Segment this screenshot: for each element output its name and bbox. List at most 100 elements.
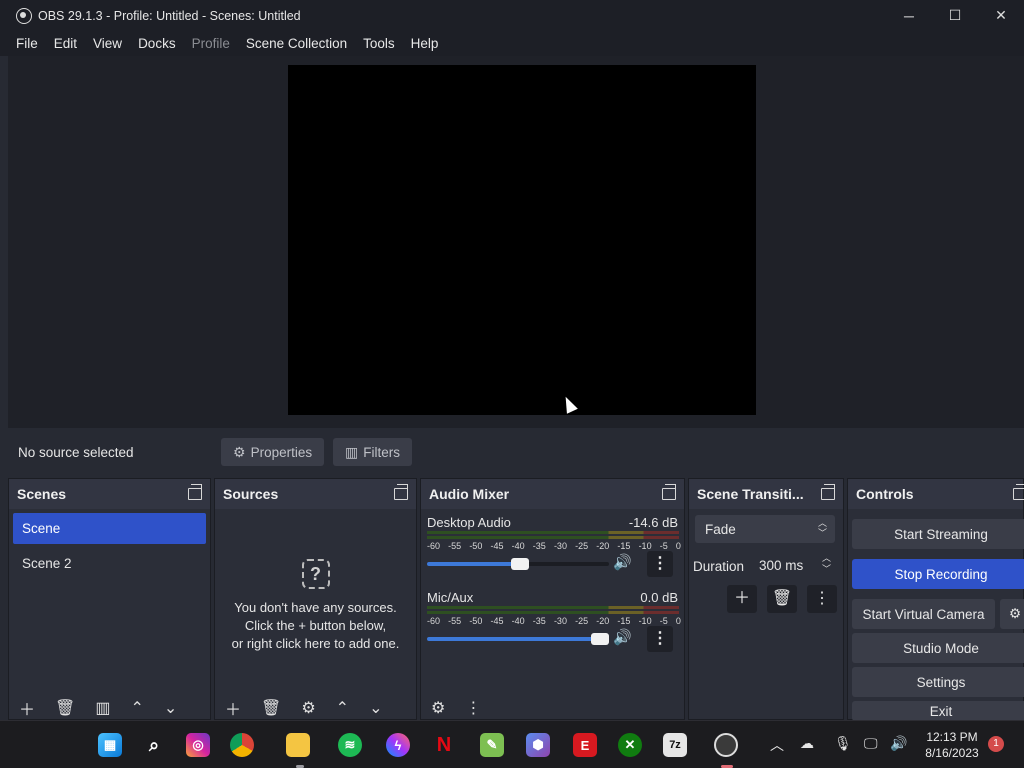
netflix-icon[interactable]: N bbox=[432, 733, 456, 757]
dock-float-icon[interactable] bbox=[188, 484, 202, 500]
sources-empty-state[interactable]: ? You don't have any sources. Click the … bbox=[215, 559, 416, 653]
gear-icon[interactable]: ⚙ bbox=[291, 698, 325, 718]
tick-label: -15 bbox=[617, 616, 631, 626]
obs-icon[interactable] bbox=[714, 733, 738, 757]
menu-scene-collection[interactable]: Scene Collection bbox=[238, 36, 355, 51]
mixer-title: Audio Mixer bbox=[429, 486, 510, 502]
volume-knob[interactable] bbox=[591, 633, 609, 645]
virtual-camera-settings-gear-icon[interactable]: ⚙ bbox=[1000, 599, 1024, 629]
instagram-icon[interactable]: ◎ bbox=[186, 733, 210, 757]
preview-canvas[interactable] bbox=[288, 65, 756, 415]
tick-label: -40 bbox=[511, 616, 525, 626]
xbox-icon[interactable]: ✕ bbox=[618, 733, 642, 757]
notepad-icon[interactable]: ✎ bbox=[480, 733, 504, 757]
question-icon: ? bbox=[301, 559, 330, 589]
trash-icon[interactable]: 🗑 bbox=[251, 698, 291, 718]
search-icon[interactable]: ⌕ bbox=[142, 733, 166, 757]
scene-item[interactable]: Scene 2 bbox=[13, 548, 206, 579]
messenger-icon[interactable]: ϟ bbox=[386, 733, 410, 757]
settings-button[interactable]: Settings bbox=[852, 667, 1024, 697]
microphone-icon[interactable]: 🎙 bbox=[834, 735, 852, 752]
spotify-icon[interactable]: ≋ bbox=[338, 733, 362, 757]
system-clock[interactable]: 12:13 PM 8/16/2023 bbox=[916, 729, 988, 761]
studio-mode-button[interactable]: Studio Mode bbox=[852, 633, 1024, 663]
more-options-icon[interactable]: ⋮ bbox=[647, 551, 673, 577]
filter-icon[interactable]: ▥ bbox=[85, 698, 120, 718]
menu-tools[interactable]: Tools bbox=[355, 36, 403, 51]
speaker-icon[interactable]: 🔊 bbox=[613, 553, 632, 571]
menu-edit[interactable]: Edit bbox=[46, 36, 85, 51]
add-icon[interactable]: ＋ bbox=[727, 585, 757, 613]
controls-title: Controls bbox=[856, 486, 914, 502]
move-up-icon[interactable]: ⌃ bbox=[120, 698, 153, 718]
copilot-icon[interactable]: ⬢ bbox=[526, 733, 550, 757]
sources-title: Sources bbox=[223, 486, 279, 502]
more-options-icon[interactable]: ⋮ bbox=[455, 698, 491, 718]
speaker-icon[interactable]: 🔊 bbox=[890, 735, 907, 752]
file-explorer-icon[interactable] bbox=[286, 733, 310, 757]
scene-item[interactable]: Scene bbox=[13, 513, 206, 544]
move-down-icon[interactable]: ⌄ bbox=[154, 698, 187, 718]
move-down-icon[interactable]: ⌄ bbox=[359, 698, 392, 718]
advanced-audio-gear-icon[interactable]: ⚙ bbox=[421, 698, 455, 718]
dock-float-icon[interactable] bbox=[821, 484, 835, 500]
duration-input[interactable]: 300 ms ︿ ﹀ bbox=[751, 551, 837, 579]
spin-arrows-icon: ︿ ﹀ bbox=[817, 518, 827, 538]
close-icon[interactable]: ✕ bbox=[978, 0, 1024, 31]
move-up-icon[interactable]: ⌃ bbox=[326, 698, 359, 718]
spin-arrows-icon[interactable]: ︿ ﹀ bbox=[822, 553, 831, 575]
minimize-icon[interactable]: ─ bbox=[886, 0, 932, 31]
add-icon[interactable]: ＋ bbox=[9, 696, 45, 720]
exit-button[interactable]: Exit bbox=[852, 701, 1024, 721]
chevron-up-icon[interactable]: ︿ bbox=[770, 735, 784, 755]
dock-float-icon[interactable] bbox=[394, 484, 408, 500]
tick-label: 0 bbox=[675, 541, 681, 551]
menu-view[interactable]: View bbox=[85, 36, 130, 51]
tick-label: -50 bbox=[469, 616, 483, 626]
volume-fill bbox=[427, 637, 609, 641]
tick-label: -45 bbox=[490, 616, 504, 626]
start-virtual-camera-button[interactable]: Start Virtual Camera bbox=[852, 599, 995, 629]
menu-file[interactable]: File bbox=[8, 36, 46, 51]
speaker-icon[interactable]: 🔊 bbox=[613, 628, 632, 646]
filters-label: Filters bbox=[363, 444, 400, 460]
network-icon[interactable]: 🖵 bbox=[864, 735, 878, 752]
dock-float-icon[interactable] bbox=[1013, 484, 1024, 500]
filters-button[interactable]: ▥ Filters bbox=[333, 438, 412, 466]
tick-label: -20 bbox=[596, 616, 610, 626]
volume-knob[interactable] bbox=[510, 558, 529, 570]
start-icon[interactable]: ▦ bbox=[98, 733, 122, 757]
menu-profile[interactable]: Profile bbox=[184, 36, 238, 51]
taskbar: ▦ ⌕ ◎ ≋ ϟ N ✎ ⬢ E ✕ 7z ︿ ☁ 🎙 🖵 🔊 12:13 P… bbox=[0, 720, 1024, 768]
onedrive-icon[interactable]: ☁ bbox=[800, 735, 814, 752]
volume-slider[interactable] bbox=[427, 558, 609, 570]
scenes-title: Scenes bbox=[17, 486, 67, 502]
trash-icon[interactable]: 🗑 bbox=[767, 585, 797, 613]
menu-docks[interactable]: Docks bbox=[130, 36, 184, 51]
start-streaming-button[interactable]: Start Streaming bbox=[852, 519, 1024, 549]
sources-dock: Sources ? You don't have any sources. Cl… bbox=[214, 478, 417, 720]
scene-transitions-dock: Scene Transiti... Fade ︿ ﹀ Duration 300 m… bbox=[688, 478, 844, 720]
tick-label: -5 bbox=[659, 541, 668, 551]
volume-slider[interactable] bbox=[427, 633, 609, 645]
maximize-icon[interactable]: ☐ bbox=[932, 0, 978, 31]
window-controls: ─ ☐ ✕ bbox=[886, 0, 1024, 31]
empty-line: You don't have any sources. bbox=[234, 600, 397, 615]
chrome-icon[interactable] bbox=[230, 733, 254, 757]
dock-float-icon[interactable] bbox=[662, 484, 676, 500]
title-bar: OBS 29.1.3 - Profile: Untitled - Scenes:… bbox=[0, 0, 1024, 31]
more-options-icon[interactable]: ⋮ bbox=[647, 626, 673, 652]
properties-button[interactable]: ⚙ Properties bbox=[221, 438, 325, 466]
add-icon[interactable]: ＋ bbox=[215, 696, 251, 720]
notification-badge[interactable]: 1 bbox=[988, 736, 1004, 752]
tick-label: -35 bbox=[532, 616, 546, 626]
espn-icon[interactable]: E bbox=[573, 733, 597, 757]
more-options-icon[interactable]: ⋮ bbox=[807, 585, 837, 613]
menu-help[interactable]: Help bbox=[403, 36, 447, 51]
7zip-icon[interactable]: 7z bbox=[663, 733, 687, 757]
trash-icon[interactable]: 🗑 bbox=[45, 698, 85, 718]
stop-recording-button[interactable]: Stop Recording bbox=[852, 559, 1024, 589]
transition-select[interactable]: Fade ︿ ﹀ bbox=[695, 515, 835, 543]
sources-toolbar: ＋ 🗑 ⚙ ⌃ ⌄ bbox=[215, 697, 416, 719]
context-bar: No source selected ⚙ Properties ▥ Filter… bbox=[8, 433, 1024, 471]
